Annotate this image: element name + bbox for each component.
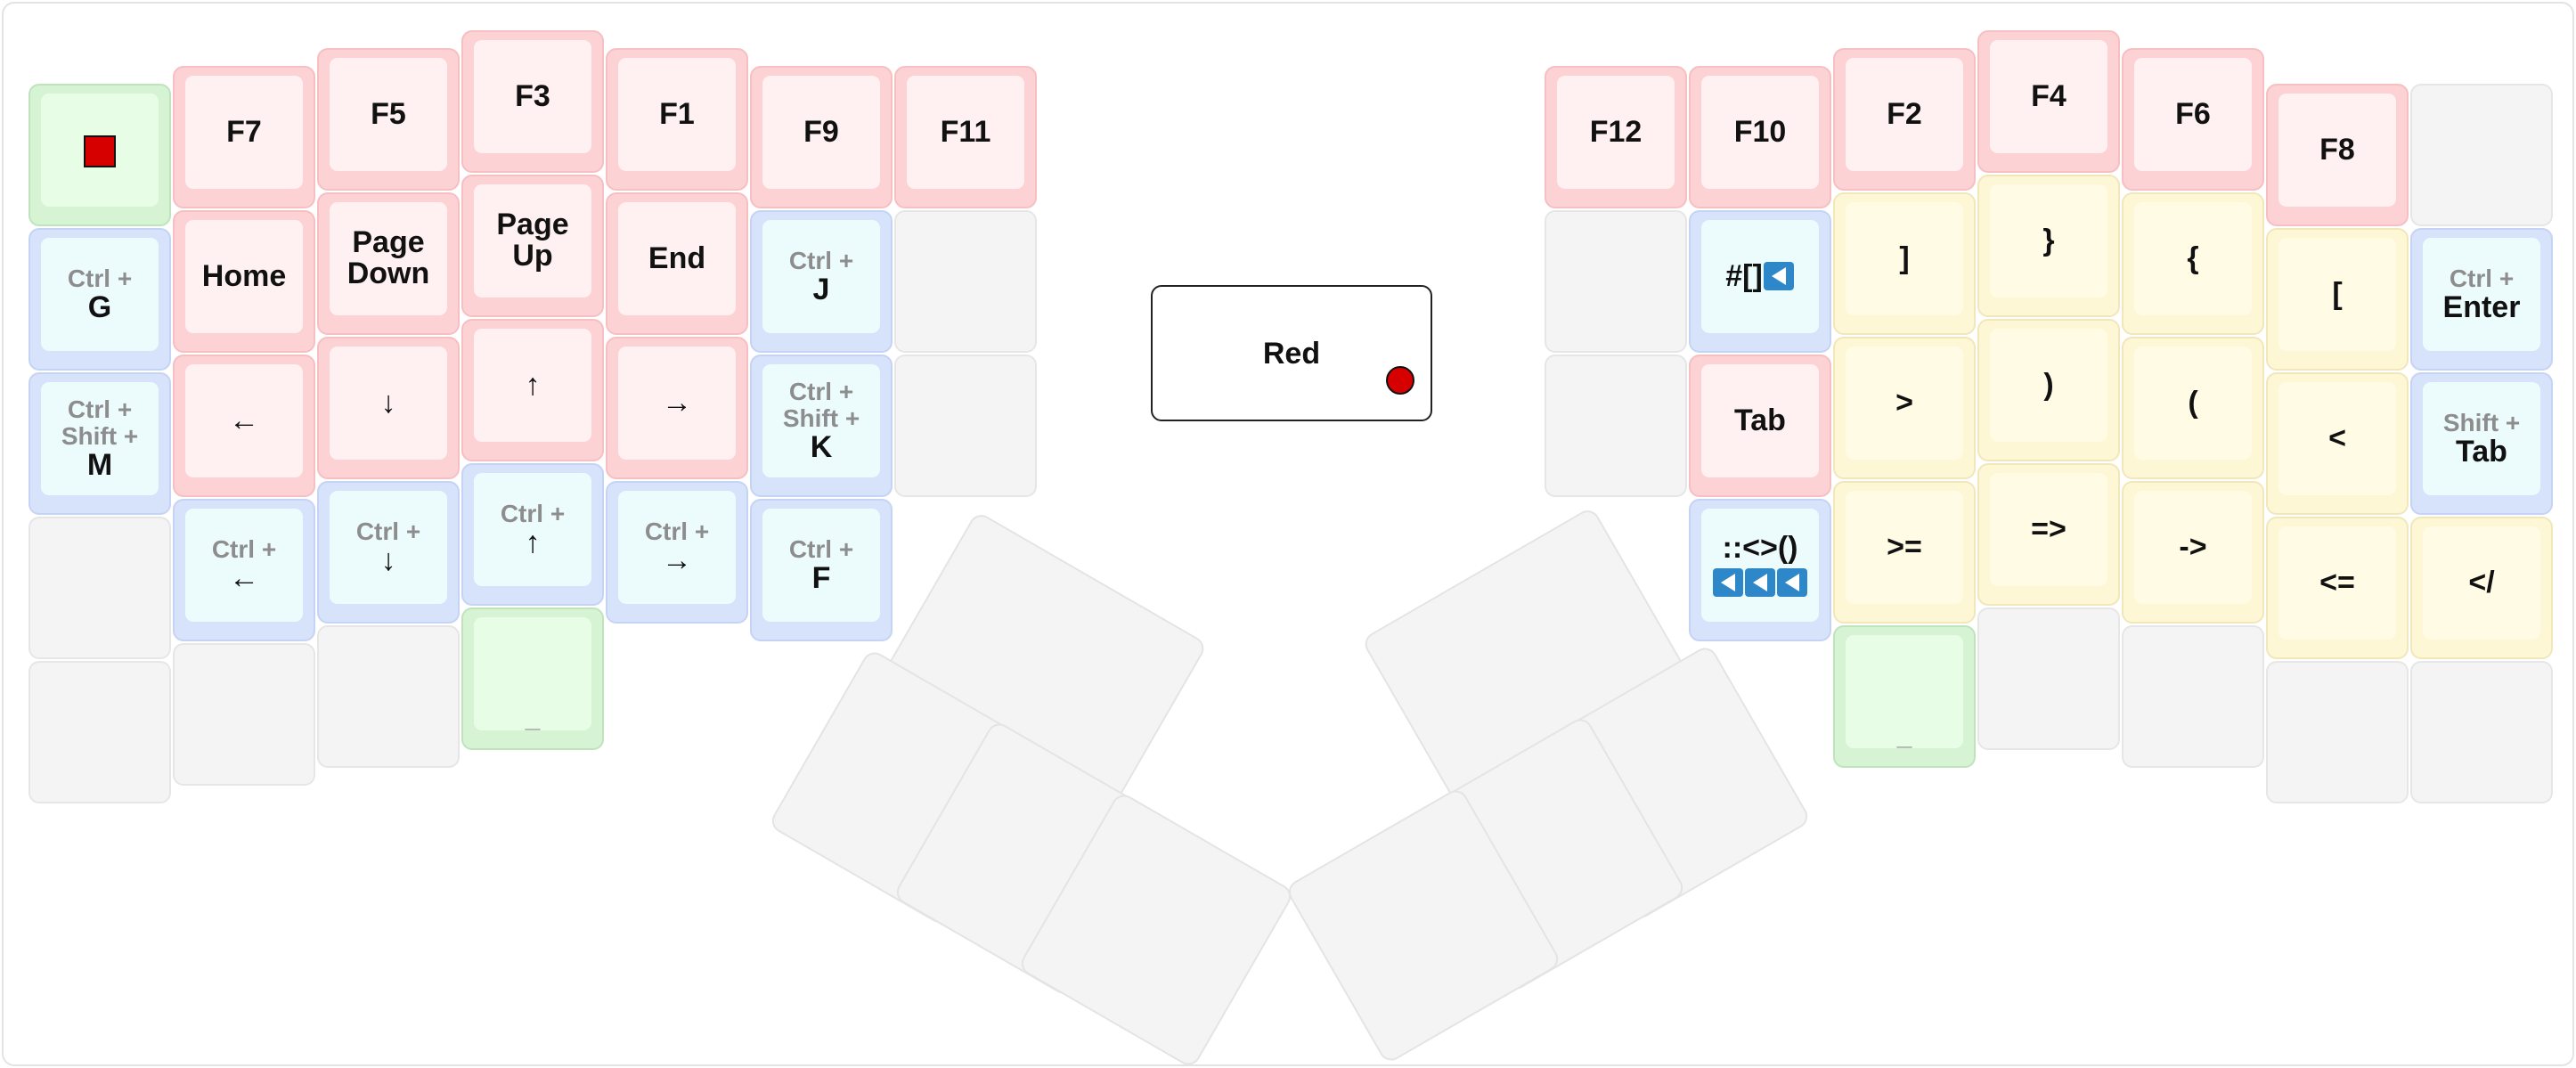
right-key-c6-r1: Ctrl + Enter (2410, 228, 2553, 371)
left-key-c0-r4 (29, 661, 171, 803)
right-key-c5-r3: <= (2266, 517, 2409, 659)
right-key-c6-r0 (2410, 84, 2553, 226)
red-dot-icon (1386, 366, 1414, 395)
backspace-icon (1763, 262, 1794, 290)
layer-legend: Red (1151, 285, 1432, 421)
left-key-c2-r1: Page Down (317, 192, 460, 335)
left-key-c1-r0: F7 (173, 66, 315, 208)
left-key-c5-r1: Ctrl + J (750, 210, 893, 353)
left-key-c4-r1: End (606, 192, 748, 335)
right-key-c0-r2 (1545, 355, 1687, 497)
right-key-c5-r0: F8 (2266, 84, 2409, 226)
keymap-frame: Ctrl + G Ctrl + Shift + M F7 Home ← Ctrl + ← F5 Pag… (2, 2, 2574, 1066)
right-key-c4-r2: ( (2122, 337, 2264, 479)
left-key-c1-r3: Ctrl + ← (173, 499, 315, 641)
right-key-c6-r2: Shift + Tab (2410, 372, 2553, 515)
right-key-c2-r3: >= (1833, 481, 1976, 624)
right-key-c3-r3: => (1977, 463, 2120, 606)
right-key-c2-r4: _ (1833, 625, 1976, 768)
right-key-c4-r1: { (2122, 192, 2264, 335)
left-key-c5-r2: Ctrl + Shift + K (750, 355, 893, 497)
right-key-c1-r3: ::<>() (1689, 499, 1831, 641)
right-key-c0-r1 (1545, 210, 1687, 353)
backspace-icon (1777, 568, 1807, 597)
right-key-c2-r1: ] (1833, 192, 1976, 335)
right-key-c4-r0: F6 (2122, 48, 2264, 191)
layer-name: Red (1262, 337, 1321, 371)
right-key-c6-r3: </ (2410, 517, 2553, 659)
right-key-c2-r0: F2 (1833, 48, 1976, 191)
right-key-c3-r4 (1977, 607, 2120, 750)
backspace-icon (1713, 568, 1743, 597)
right-key-c1-r2: Tab (1689, 355, 1831, 497)
right-key-c3-r2: ) (1977, 319, 2120, 461)
right-key-c5-r2: < (2266, 372, 2409, 515)
left-key-c3-r2: ↑ (461, 319, 604, 461)
left-key-c2-r2: ↓ (317, 337, 460, 479)
right-key-c4-r3: -> (2122, 481, 2264, 624)
left-key-c3-r0: F3 (461, 30, 604, 173)
right-key-c5-r4 (2266, 661, 2409, 803)
left-key-c4-r3: Ctrl + → (606, 481, 748, 624)
left-key-c3-r3: Ctrl + ↑ (461, 463, 604, 606)
left-key-c2-r4 (317, 625, 460, 768)
left-key-c3-r1: Page Up (461, 175, 604, 317)
right-key-c1-r1: #[] (1689, 210, 1831, 353)
right-key-c2-r2: > (1833, 337, 1976, 479)
right-key-c1-r0: F10 (1689, 66, 1831, 208)
left-key-c4-r2: → (606, 337, 748, 479)
left-key-c5-r3: Ctrl + F (750, 499, 893, 641)
left-key-c3-r4: _ (461, 607, 604, 750)
left-key-c1-r1: Home (173, 210, 315, 353)
left-key-c6-r2 (894, 355, 1037, 497)
red-square-icon (84, 135, 116, 167)
right-key-c5-r1: [ (2266, 228, 2409, 371)
right-key-c3-r1: } (1977, 175, 2120, 317)
left-key-c0-r2: Ctrl + Shift + M (29, 372, 171, 515)
right-key-c3-r0: F4 (1977, 30, 2120, 173)
left-key-c6-r0: F11 (894, 66, 1037, 208)
left-key-c5-r0: F9 (750, 66, 893, 208)
left-key-c0-r1: Ctrl + G (29, 228, 171, 371)
left-key-c1-r2: ← (173, 355, 315, 497)
left-key-c2-r3: Ctrl + ↓ (317, 481, 460, 624)
right-key-c0-r0: F12 (1545, 66, 1687, 208)
left-key-c4-r0: F1 (606, 48, 748, 191)
backspace-icon (1745, 568, 1775, 597)
left-key-c0-r0 (29, 84, 171, 226)
right-key-c4-r4 (2122, 625, 2264, 768)
right-key-c6-r4 (2410, 661, 2553, 803)
left-key-c1-r4 (173, 643, 315, 786)
left-key-c6-r1 (894, 210, 1037, 353)
left-key-c0-r3 (29, 517, 171, 659)
left-key-c2-r0: F5 (317, 48, 460, 191)
